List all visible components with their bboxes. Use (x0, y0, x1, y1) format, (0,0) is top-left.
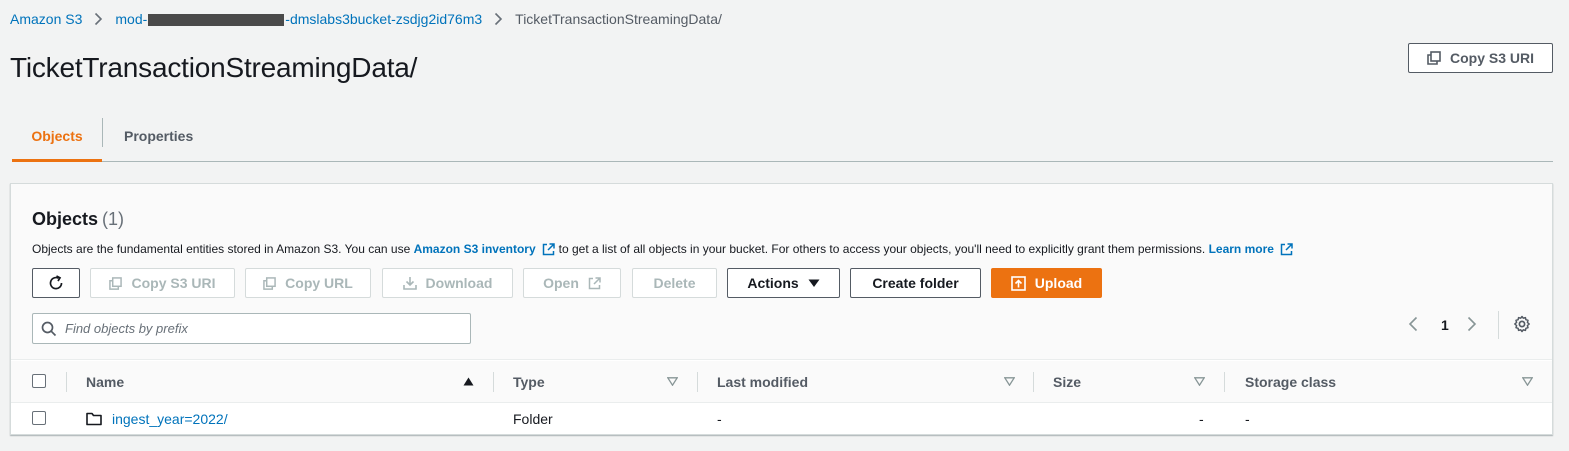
refresh-button[interactable] (32, 268, 80, 298)
upload-icon (1010, 275, 1026, 291)
description-text-1: Objects are the fundamental entities sto… (32, 242, 411, 256)
search-icon (41, 321, 57, 337)
storage-class-cell: - (1245, 410, 1250, 427)
download-label: Download (425, 275, 493, 291)
row-checkbox[interactable] (32, 411, 46, 425)
sort-icon[interactable] (1522, 377, 1533, 386)
actions-label: Actions (747, 275, 799, 291)
folder-icon (86, 412, 102, 425)
search-box (32, 313, 471, 344)
redacted-block (148, 14, 285, 27)
breadcrumb-bucket[interactable]: mod- -dmslabs3bucket-zsdjg2id76m3 (115, 11, 482, 27)
column-header-last-modified[interactable]: Last modified (717, 361, 808, 403)
chevron-right-icon (1467, 316, 1477, 332)
upload-button[interactable]: Upload (991, 268, 1102, 298)
search-input[interactable] (33, 314, 470, 343)
open-button[interactable]: Open (523, 268, 621, 298)
sort-ascending-icon[interactable] (463, 377, 474, 386)
select-all-checkbox[interactable] (32, 374, 46, 388)
external-link-icon (1280, 242, 1293, 256)
delete-button[interactable]: Delete (632, 268, 717, 298)
size-cell: - (1199, 410, 1204, 427)
sort-icon[interactable] (1004, 377, 1015, 386)
tab-properties[interactable]: Properties (124, 110, 193, 162)
copy-url-label: Copy URL (285, 275, 353, 291)
next-page-button[interactable] (1467, 316, 1477, 337)
tab-divider (102, 118, 103, 147)
table-row: ingest_year=2022/ Folder - - - (11, 403, 1552, 434)
column-header-type[interactable]: Type (513, 361, 545, 403)
delete-label: Delete (653, 275, 696, 291)
download-button[interactable]: Download (382, 268, 513, 298)
bucket-name-prefix: mod- (115, 11, 148, 27)
column-divider (1224, 372, 1225, 392)
external-link-icon (542, 242, 555, 256)
name-cell: ingest_year=2022/ (86, 403, 228, 434)
chevron-left-icon (1408, 316, 1418, 332)
create-folder-label: Create folder (872, 275, 959, 291)
previous-page-button[interactable] (1408, 316, 1418, 337)
pagination-divider (1498, 311, 1499, 339)
gear-icon (1514, 315, 1530, 333)
description-text-2: to get a list of all objects in your buc… (558, 242, 1206, 256)
tab-bar: Objects Properties (12, 110, 1553, 162)
upload-label: Upload (1034, 275, 1083, 291)
type-cell: Folder (513, 410, 553, 427)
external-link-icon (588, 276, 601, 289)
page-number[interactable]: 1 (1441, 317, 1449, 333)
page-title: TicketTransactionStreamingData/ (10, 52, 418, 83)
folder-link[interactable]: ingest_year=2022/ (112, 411, 228, 427)
chevron-right-icon (94, 12, 103, 26)
breadcrumb: Amazon S3 mod- -dmslabs3bucket-zsdjg2id76… (10, 10, 722, 28)
column-divider (697, 372, 698, 392)
column-header-storage-class[interactable]: Storage class (1245, 361, 1336, 403)
last-modified-cell: - (717, 410, 722, 427)
objects-panel: Objects (1) Objects are the fundamental e… (10, 183, 1553, 435)
column-divider (66, 372, 67, 392)
column-divider (493, 372, 494, 392)
sort-icon[interactable] (1194, 377, 1205, 386)
objects-panel-title: Objects (1) (32, 209, 124, 230)
copy-icon (263, 276, 276, 290)
column-divider (1033, 372, 1034, 392)
settings-button[interactable] (1513, 315, 1531, 338)
copy-url-button[interactable]: Copy URL (245, 268, 371, 298)
copy-s3-uri-label: Copy S3 URI (1449, 50, 1534, 66)
breadcrumb-current: TicketTransactionStreamingData/ (515, 11, 722, 27)
create-folder-button[interactable]: Create folder (850, 268, 981, 298)
tab-objects[interactable]: Objects (12, 110, 102, 162)
caret-down-icon (808, 279, 820, 287)
objects-title-text: Objects (32, 209, 99, 229)
objects-count: (1) (102, 209, 125, 229)
objects-description: Objects are the fundamental entities sto… (32, 242, 1297, 256)
refresh-icon (49, 275, 63, 290)
actions-dropdown[interactable]: Actions (727, 268, 840, 298)
breadcrumb-amazon-s3[interactable]: Amazon S3 (10, 11, 82, 27)
table-header: Name Type Last modified Size Storage cla… (11, 361, 1552, 403)
download-icon (402, 277, 417, 290)
column-header-name[interactable]: Name (86, 361, 124, 403)
column-header-size[interactable]: Size (1053, 361, 1081, 403)
bucket-name-suffix: -dmslabs3bucket-zsdjg2id76m3 (285, 11, 483, 27)
objects-panel-header: Objects (1) Objects are the fundamental e… (11, 184, 1552, 360)
copy-s3-uri-button[interactable]: Copy S3 URI (1408, 43, 1553, 73)
open-label: Open (543, 275, 579, 291)
copy-icon (109, 276, 123, 290)
learn-more-link[interactable]: Learn more (1209, 242, 1274, 256)
sort-icon[interactable] (667, 377, 678, 386)
s3-inventory-link[interactable]: Amazon S3 inventory (414, 242, 536, 256)
copy-s3-uri-toolbar-label: Copy S3 URI (131, 275, 216, 291)
chevron-right-icon (494, 12, 503, 26)
copy-s3-uri-toolbar-button[interactable]: Copy S3 URI (90, 268, 235, 298)
copy-icon (1427, 51, 1441, 65)
